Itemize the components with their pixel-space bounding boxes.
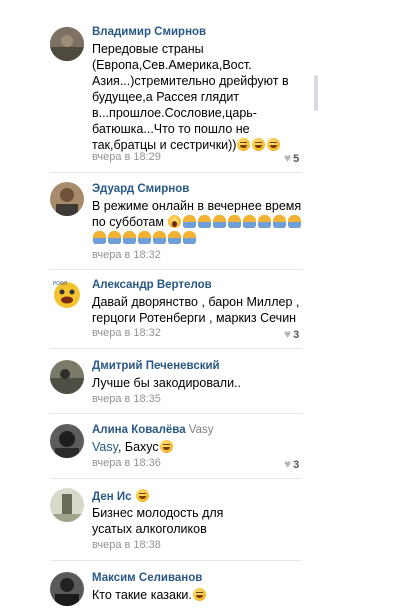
like-button[interactable]: ♥ 5 (284, 151, 299, 165)
comment-author[interactable]: Александр Вертелов (92, 279, 212, 291)
avatar[interactable] (50, 182, 84, 216)
mention-link[interactable]: Vasy (92, 440, 118, 454)
rofl-emoji-icon (252, 138, 266, 151)
scrollbar-thumb[interactable] (314, 75, 318, 111)
divider (50, 269, 302, 270)
smile-emoji-icon (135, 489, 149, 502)
divider (50, 560, 302, 561)
comment-text: Лучше бы закодировали.. (92, 376, 241, 390)
person-emoji-icon (258, 215, 272, 228)
avatar[interactable]: РОФЛ (50, 278, 84, 312)
svg-text:РОФЛ: РОФЛ (53, 281, 67, 287)
comment-author[interactable]: Дмитрий Печеневский (92, 360, 220, 372)
heart-icon: ♥ (284, 457, 292, 471)
comment-author[interactable]: Алина Ковалёва Vasy (92, 424, 214, 436)
comment-time[interactable]: вчера в 18:35 (92, 393, 161, 405)
heart-icon: ♥ (284, 327, 292, 341)
comment-author[interactable]: Максим Селиванов (92, 572, 202, 584)
comment-text: В режиме онлайн в вечернее время по субб… (92, 198, 307, 246)
person-emoji-icon (153, 231, 166, 244)
person-emoji-icon (108, 231, 121, 244)
like-button[interactable]: ♥ 3 (284, 327, 299, 341)
like-button[interactable]: ♥ 3 (284, 457, 299, 471)
person-emoji-icon (288, 215, 302, 228)
comment-time[interactable]: вчера в 18:36 (92, 457, 161, 469)
avatar[interactable] (50, 424, 84, 458)
avatar[interactable] (50, 360, 84, 394)
divider (50, 172, 302, 173)
comment-text: Кто такие казаки. (92, 587, 307, 603)
rofl-emoji-icon (192, 588, 206, 601)
comment-author[interactable]: Ден Ис (92, 489, 150, 503)
like-count: 3 (293, 329, 300, 341)
rofl-emoji-icon (267, 138, 281, 151)
comment-text: Vasy, Бахус (92, 439, 307, 455)
comments-feed: Владимир Смирнов Передовые страны (Европ… (0, 0, 409, 610)
comment-text: Бизнес молодость для усатых алкоголиков (92, 506, 224, 536)
comment-time[interactable]: вчера в 18:32 (92, 249, 161, 261)
person-emoji-icon (168, 231, 181, 244)
divider (50, 348, 302, 349)
like-count: 3 (293, 459, 300, 471)
person-emoji-icon (138, 231, 151, 244)
person-emoji-icon (213, 215, 227, 228)
person-emoji-icon (243, 215, 257, 228)
person-emoji-icon (123, 231, 136, 244)
avatar[interactable] (50, 27, 84, 61)
person-emoji-icon (183, 231, 196, 244)
comment-author[interactable]: Эдуард Смирнов (92, 183, 189, 195)
rofl-emoji-icon (237, 138, 251, 151)
laughing-emoji-icon (159, 440, 173, 453)
person-emoji-icon (273, 215, 287, 228)
screaming-emoji-icon (168, 215, 182, 228)
divider (50, 478, 302, 479)
comment-time[interactable]: вчера в 18:38 (92, 539, 161, 551)
person-emoji-icon (183, 215, 197, 228)
comment-text: Передовые страны (Европа,Сев.Америка,Вос… (92, 42, 289, 152)
avatar[interactable] (50, 488, 84, 522)
person-emoji-icon (198, 215, 212, 228)
like-count: 5 (293, 153, 300, 165)
avatar[interactable] (50, 572, 84, 606)
heart-icon: ♥ (284, 151, 292, 165)
comment-time[interactable]: вчера в 18:32 (92, 327, 161, 339)
comment-text: Давай дворянство , барон Миллер , герцог… (92, 295, 300, 325)
comment-time[interactable]: вчера в 18:29 (92, 151, 161, 163)
divider (50, 413, 302, 414)
person-emoji-icon (93, 231, 106, 244)
person-emoji-icon (228, 215, 242, 228)
comment-author[interactable]: Владимир Смирнов (92, 26, 206, 38)
reply-to[interactable]: Vasy (189, 424, 214, 436)
